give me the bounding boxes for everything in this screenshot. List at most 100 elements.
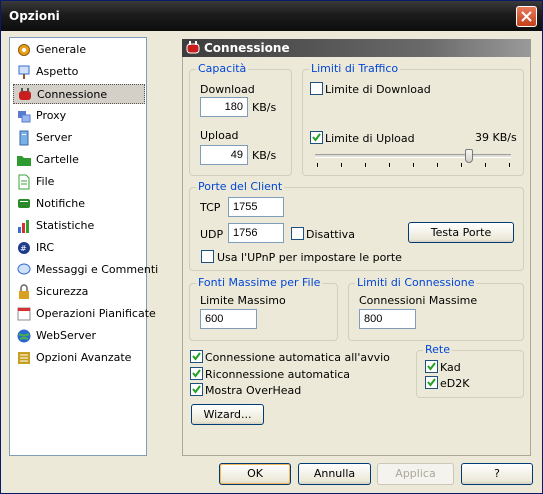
slider-tick	[389, 163, 390, 167]
calendar-icon	[16, 306, 32, 322]
options-window: Opzioni Generale Aspetto Connessione Proxy S…	[0, 0, 543, 494]
upnp-label: Usa l'UPnP per impostare le porte	[217, 251, 402, 264]
disable-udp-label: Disattiva	[306, 228, 355, 241]
upnp-checkbox[interactable]	[201, 250, 214, 263]
show-overhead-checkbox[interactable]	[190, 383, 203, 396]
auto-connect-label: Connessione automatica all'avvio	[205, 351, 390, 364]
tcp-port-input[interactable]	[228, 197, 284, 217]
sidebar-item-label: Cartelle	[36, 153, 79, 166]
checkmark-icon	[427, 362, 436, 371]
sidebar-item-label: Proxy	[36, 109, 67, 122]
upload-limit-slider[interactable]	[315, 154, 511, 158]
sidebar-item-label: Opzioni Avanzate	[36, 351, 132, 364]
sidebar-item-messaggi-e-commenti[interactable]: Messaggi e Commenti	[13, 260, 158, 280]
tcp-label: TCP	[200, 201, 221, 214]
network-group-title: Rete	[423, 343, 452, 356]
title-bar[interactable]: Opzioni	[1, 1, 542, 31]
lock-icon	[16, 284, 32, 300]
plug-icon	[185, 40, 201, 56]
panel-header: Connessione	[182, 39, 531, 57]
sidebar-item-aspetto[interactable]: Aspetto	[13, 62, 145, 82]
slider-tick	[413, 163, 414, 167]
close-icon	[521, 11, 532, 22]
kad-label: Kad	[440, 361, 461, 374]
sidebar-item-label: Messaggi e Commenti	[36, 263, 159, 276]
chart-icon	[16, 218, 32, 234]
sidebar-item-irc[interactable]: # IRC	[13, 238, 145, 258]
download-limit-checkbox[interactable]	[310, 82, 323, 95]
sidebar-item-sicurezza[interactable]: Sicurezza	[13, 282, 145, 302]
slider-tick	[485, 163, 486, 167]
upload-capacity-input[interactable]	[200, 145, 248, 165]
sidebar-item-label: IRC	[36, 241, 55, 254]
messages-icon	[16, 262, 32, 278]
sidebar-item-operazioni-pianificate[interactable]: Operazioni Pianificate	[13, 304, 156, 324]
slider-tick	[317, 163, 318, 167]
sidebar-item-label: Generale	[36, 43, 87, 56]
sidebar-item-label: Statistiche	[36, 219, 95, 232]
show-overhead-label: Mostra OverHead	[205, 384, 302, 397]
download-limit-label: Limite di Download	[325, 83, 431, 96]
wizard-button[interactable]: Wizard...	[191, 404, 264, 425]
checkmark-icon	[192, 352, 201, 361]
upload-label: Upload	[200, 129, 239, 142]
checkmark-icon	[427, 378, 436, 387]
sidebar-item-cartelle[interactable]: Cartelle	[13, 150, 145, 170]
sidebar-item-label: Notifiche	[36, 197, 86, 210]
sidebar-item-proxy[interactable]: Proxy	[13, 106, 145, 126]
auto-connect-checkbox[interactable]	[190, 350, 203, 363]
download-unit: KB/s	[252, 101, 277, 114]
sidebar-item-label: File	[36, 175, 55, 188]
apply-button[interactable]: Applica	[377, 463, 454, 485]
upload-limit-checkbox[interactable]	[310, 131, 323, 144]
sidebar-item-label: Aspetto	[36, 65, 79, 78]
sidebar-item-webserver[interactable]: WebServer	[13, 326, 145, 346]
ok-button[interactable]: OK	[219, 463, 291, 485]
close-button[interactable]	[516, 6, 537, 27]
download-capacity-input[interactable]	[200, 97, 248, 117]
upload-unit: KB/s	[252, 149, 277, 162]
disable-udp-checkbox[interactable]	[291, 227, 304, 240]
slider-tick	[365, 163, 366, 167]
auto-reconnect-checkbox[interactable]	[190, 367, 203, 380]
checkmark-icon	[192, 369, 201, 378]
slider-tick	[509, 163, 510, 167]
window-title: Opzioni	[9, 9, 60, 23]
ed2k-label: eD2K	[440, 377, 470, 390]
svg-text:#: #	[20, 244, 27, 253]
traffic-limits-group-title: Limiti di Traffico	[309, 62, 401, 75]
udp-port-input[interactable]	[228, 223, 284, 243]
gear-icon	[16, 42, 32, 58]
upload-limit-label: Limite di Upload	[325, 132, 415, 145]
sidebar-item-file[interactable]: File	[13, 172, 145, 192]
capacity-group-title: Capacità	[196, 62, 249, 75]
kad-checkbox[interactable]	[425, 360, 438, 373]
ed2k-checkbox[interactable]	[425, 376, 438, 389]
sidebar-item-label: Server	[36, 131, 73, 144]
sidebar-item-opzioni-avanzate[interactable]: Opzioni Avanzate	[13, 348, 145, 368]
proxy-icon	[16, 108, 32, 124]
sidebar-item-server[interactable]: Server	[13, 128, 145, 148]
test-ports-button[interactable]: Testa Porte	[408, 222, 514, 243]
max-connections-label: Connessioni Massime	[359, 294, 478, 307]
checkmark-icon	[192, 385, 201, 394]
sidebar-item-notifiche[interactable]: Notifiche	[13, 194, 145, 214]
cancel-button[interactable]: Annulla	[298, 463, 371, 485]
upload-limit-slider-thumb[interactable]	[464, 149, 473, 163]
options-sidebar: Generale Aspetto Connessione Proxy Server Car…	[9, 37, 158, 456]
max-connections-input[interactable]	[359, 309, 416, 329]
slider-tick	[437, 163, 438, 167]
sidebar-item-label: Operazioni Pianificate	[36, 307, 156, 320]
sidebar-item-connessione[interactable]: Connessione	[13, 84, 145, 104]
max-sources-input[interactable]	[200, 309, 257, 329]
sidebar-item-generale[interactable]: Generale	[13, 40, 145, 60]
sidebar-item-statistiche[interactable]: Statistiche	[13, 216, 145, 236]
sidebar-item-label: Sicurezza	[36, 285, 89, 298]
max-sources-group-title: Fonti Massime per File	[196, 276, 323, 289]
slider-tick	[461, 163, 462, 167]
sidebar-item-label: Connessione	[37, 88, 108, 101]
auto-reconnect-label: Riconnessione automatica	[205, 368, 351, 381]
help-button[interactable]: ?	[461, 463, 533, 485]
client-ports-group-title: Porte del Client	[196, 180, 285, 193]
upload-limit-value: 39 KB/s	[475, 131, 517, 144]
